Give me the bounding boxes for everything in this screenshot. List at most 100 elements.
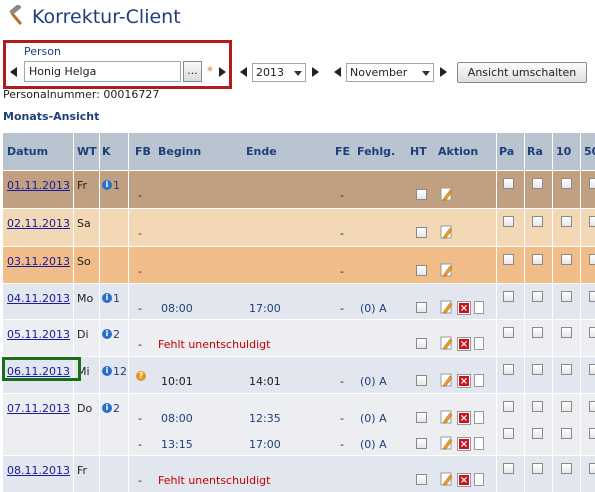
date-link[interactable]: 01.11.2013	[7, 179, 70, 192]
delete-icon[interactable]: ×	[458, 375, 470, 387]
col-50[interactable]: 50	[584, 145, 595, 158]
edit-pencil-icon[interactable]	[440, 410, 453, 424]
person-input[interactable]: Honig Helga	[24, 61, 181, 82]
option-checkbox[interactable]	[503, 327, 514, 338]
col-ende[interactable]: Ende	[246, 145, 277, 158]
info-icon[interactable]: i	[102, 329, 112, 339]
info-icon[interactable]: i	[102, 293, 112, 303]
option-checkbox[interactable]	[589, 327, 595, 338]
document-icon[interactable]	[474, 473, 484, 486]
option-checkbox[interactable]	[589, 291, 595, 302]
option-checkbox[interactable]	[561, 178, 572, 189]
option-checkbox[interactable]	[532, 254, 543, 265]
option-checkbox[interactable]	[589, 216, 595, 227]
document-icon[interactable]	[474, 411, 484, 424]
date-link[interactable]: 08.11.2013	[7, 464, 70, 477]
end-time[interactable]: 17:00	[249, 302, 281, 315]
option-checkbox[interactable]	[503, 428, 514, 439]
option-checkbox[interactable]	[532, 463, 543, 474]
option-checkbox[interactable]	[503, 178, 514, 189]
col-ht[interactable]: HT	[410, 145, 427, 158]
date-link[interactable]: 04.11.2013	[7, 292, 70, 305]
info-icon[interactable]: i	[102, 180, 112, 190]
option-checkbox[interactable]	[589, 428, 595, 439]
date-link[interactable]: 05.11.2013	[7, 328, 70, 341]
option-checkbox[interactable]	[503, 401, 514, 412]
date-link[interactable]: 02.11.2013	[7, 217, 70, 230]
month-next-icon[interactable]	[440, 67, 447, 77]
option-checkbox[interactable]	[589, 178, 595, 189]
option-checkbox[interactable]	[589, 254, 595, 265]
option-checkbox[interactable]	[503, 254, 514, 265]
edit-pencil-icon[interactable]	[440, 373, 453, 387]
delete-icon[interactable]: ×	[458, 438, 470, 450]
info-icon[interactable]: i	[102, 366, 112, 376]
begin-time[interactable]: 08:00	[161, 412, 193, 425]
col-k[interactable]: K	[102, 145, 111, 158]
option-checkbox[interactable]	[532, 428, 543, 439]
option-checkbox[interactable]	[532, 364, 543, 375]
option-checkbox[interactable]	[561, 428, 572, 439]
delete-icon[interactable]: ×	[458, 474, 470, 486]
col-fe[interactable]: FE	[335, 145, 350, 158]
option-checkbox[interactable]	[532, 291, 543, 302]
ht-checkbox[interactable]	[416, 375, 427, 386]
ht-checkbox[interactable]	[416, 338, 427, 349]
option-checkbox[interactable]	[532, 216, 543, 227]
begin-time[interactable]: 13:15	[161, 438, 193, 451]
month-prev-icon[interactable]	[334, 67, 341, 77]
option-checkbox[interactable]	[503, 463, 514, 474]
edit-pencil-icon[interactable]	[440, 300, 453, 314]
person-browse-button[interactable]: ...	[183, 61, 202, 82]
option-checkbox[interactable]	[589, 364, 595, 375]
document-icon[interactable]	[474, 437, 484, 450]
col-fb[interactable]: FB	[135, 145, 151, 158]
ht-checkbox[interactable]	[416, 438, 427, 449]
ht-checkbox[interactable]	[416, 265, 427, 276]
col-datum[interactable]: Datum	[7, 145, 48, 158]
end-time[interactable]: 17:00	[249, 438, 281, 451]
question-icon[interactable]: ?	[136, 371, 146, 381]
begin-time[interactable]: 08:00	[161, 302, 193, 315]
date-link[interactable]: 03.11.2013	[7, 255, 70, 268]
col-pa[interactable]: Pa	[499, 145, 514, 158]
col-wt[interactable]: WT	[77, 145, 97, 158]
document-icon[interactable]	[474, 374, 484, 387]
option-checkbox[interactable]	[561, 254, 572, 265]
edit-pencil-icon[interactable]	[440, 187, 453, 201]
ht-checkbox[interactable]	[416, 412, 427, 423]
col-fehlg[interactable]: Fehlg.	[357, 145, 395, 158]
option-checkbox[interactable]	[532, 178, 543, 189]
option-checkbox[interactable]	[589, 463, 595, 474]
option-checkbox[interactable]	[532, 401, 543, 412]
option-checkbox[interactable]	[503, 216, 514, 227]
end-time[interactable]: 12:35	[249, 412, 281, 425]
option-checkbox[interactable]	[503, 291, 514, 302]
info-icon[interactable]: i	[102, 403, 112, 413]
year-prev-icon[interactable]	[240, 67, 247, 77]
option-checkbox[interactable]	[561, 327, 572, 338]
ht-checkbox[interactable]	[416, 302, 427, 313]
col-aktion[interactable]: Aktion	[438, 145, 478, 158]
year-select[interactable]: 2013	[252, 63, 306, 82]
edit-pencil-icon[interactable]	[440, 436, 453, 450]
col-ra[interactable]: Ra	[527, 145, 543, 158]
toggle-view-button[interactable]: Ansicht umschalten	[457, 62, 587, 83]
option-checkbox[interactable]	[503, 364, 514, 375]
option-checkbox[interactable]	[561, 364, 572, 375]
year-next-icon[interactable]	[312, 67, 319, 77]
ht-checkbox[interactable]	[416, 474, 427, 485]
delete-icon[interactable]: ×	[458, 412, 470, 424]
option-checkbox[interactable]	[561, 463, 572, 474]
edit-pencil-icon[interactable]	[440, 263, 453, 277]
option-checkbox[interactable]	[561, 401, 572, 412]
edit-pencil-icon[interactable]	[440, 472, 453, 486]
ht-checkbox[interactable]	[416, 189, 427, 200]
delete-icon[interactable]: ×	[458, 338, 470, 350]
document-icon[interactable]	[474, 301, 484, 314]
col-10[interactable]: 10	[556, 145, 571, 158]
option-checkbox[interactable]	[561, 291, 572, 302]
option-checkbox[interactable]	[589, 401, 595, 412]
arrow-left-icon[interactable]	[10, 67, 17, 77]
month-select[interactable]: November	[346, 63, 434, 82]
